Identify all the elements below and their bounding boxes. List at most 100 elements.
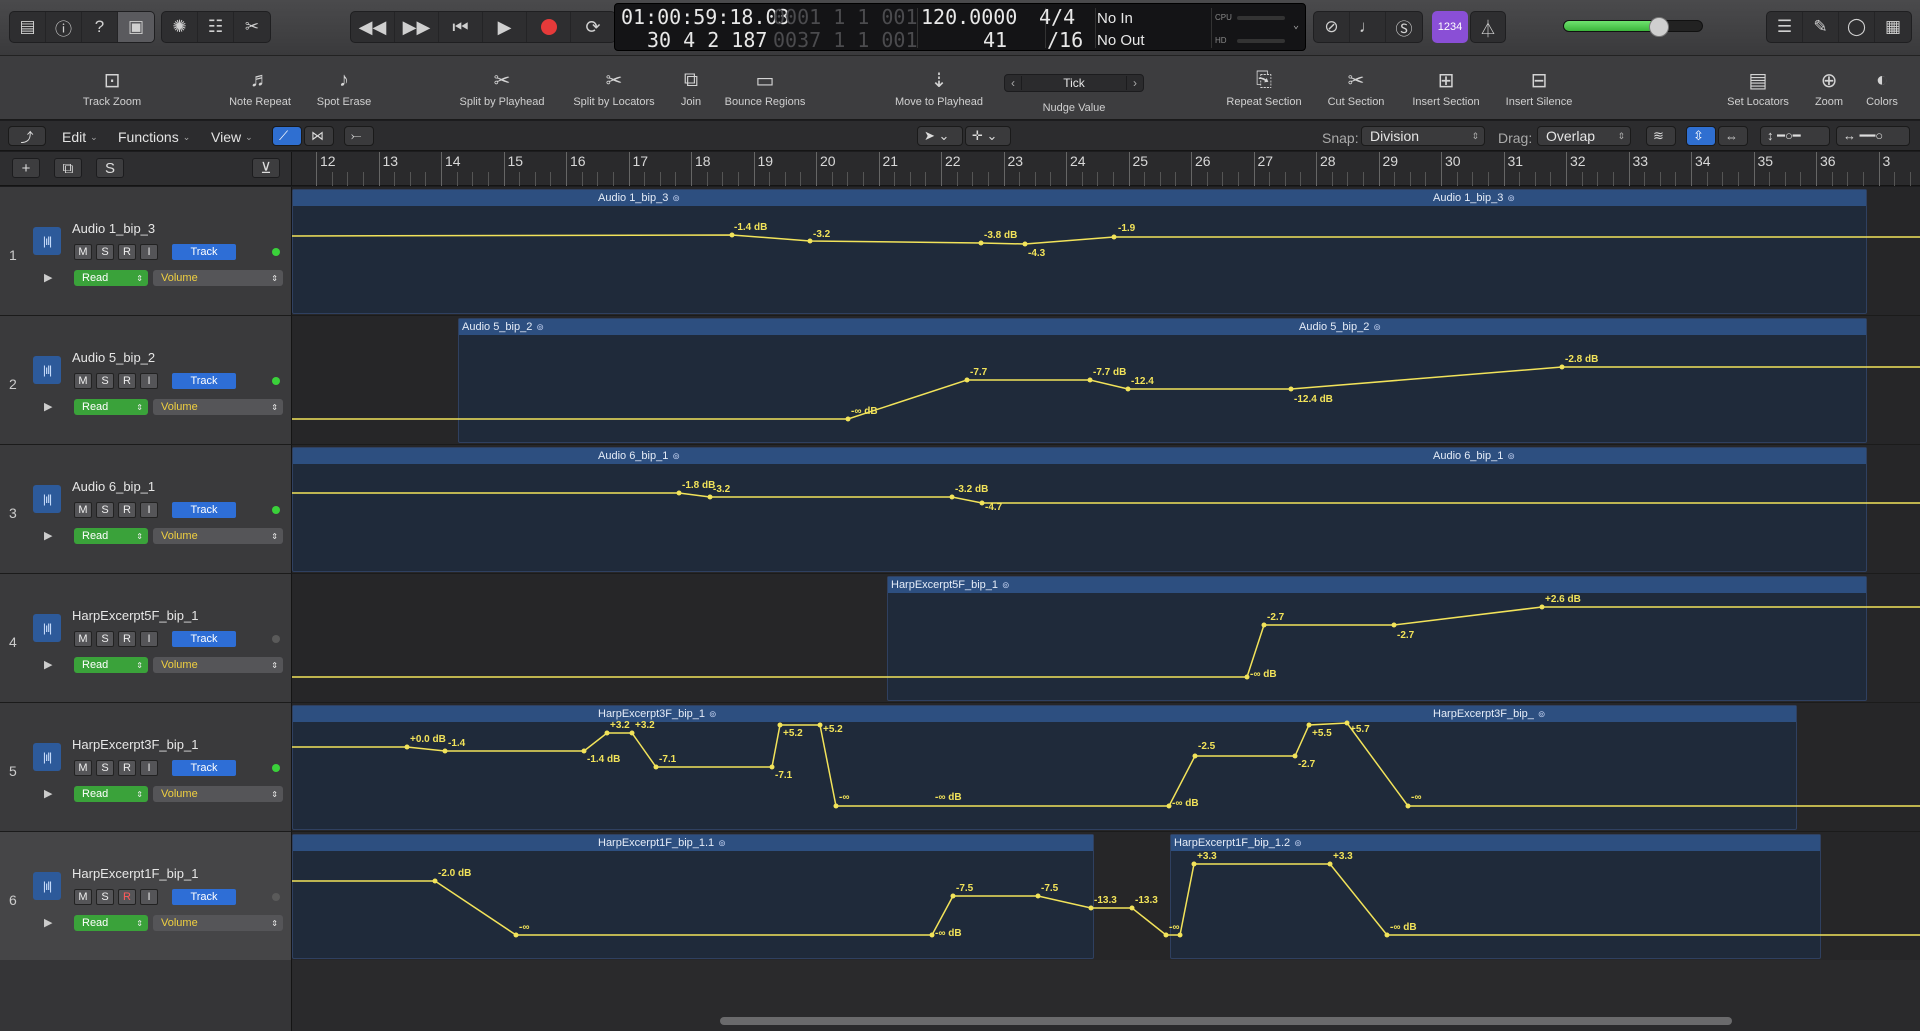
- replace-icon[interactable]: ⊘: [1314, 12, 1350, 42]
- automation-point[interactable]: [845, 416, 851, 422]
- track-lane[interactable]: HarpExcerpt3F_bip_1 ⊚ HarpExcerpt3F_bip_ ⊚ +…: [292, 703, 1920, 832]
- automation-point[interactable]: [1177, 932, 1183, 938]
- automation-point[interactable]: [807, 238, 813, 244]
- automation-point[interactable]: [1405, 803, 1411, 809]
- tuner-icon[interactable]: ♩: [1350, 12, 1386, 42]
- track-name[interactable]: Audio 5_bip_2: [72, 350, 155, 365]
- automation-point[interactable]: [1292, 753, 1298, 759]
- track-name[interactable]: Audio 1_bip_3: [72, 221, 155, 236]
- automation-point[interactable]: [1327, 861, 1333, 867]
- mute-button[interactable]: M: [74, 889, 92, 905]
- library-icon[interactable]: ▤: [10, 12, 46, 42]
- automation-point[interactable]: [707, 494, 713, 500]
- master-volume-slider[interactable]: [1563, 17, 1703, 37]
- nudge-value-control[interactable]: ‹ Tick ›: [1004, 74, 1144, 92]
- automation-point[interactable]: [777, 722, 783, 728]
- master-volume-knob[interactable]: [1649, 17, 1670, 37]
- solo-button[interactable]: S: [96, 889, 114, 905]
- view-menu[interactable]: View ⌄: [211, 127, 253, 147]
- editors-icon[interactable]: ✂: [234, 12, 270, 42]
- automation-point[interactable]: [581, 748, 587, 754]
- nudge-left-icon[interactable]: ‹: [1005, 76, 1021, 90]
- solo-button[interactable]: S: [96, 631, 114, 647]
- automation-parameter-popup[interactable]: Volume ⇕: [153, 399, 283, 415]
- automation-toggle-icon[interactable]: ⟋: [272, 126, 302, 146]
- back-icon[interactable]: ⤴: [8, 126, 46, 146]
- disclosure-triangle-icon[interactable]: ▶: [44, 787, 52, 800]
- record-button[interactable]: [527, 12, 571, 42]
- track-name[interactable]: HarpExcerpt3F_bip_1: [72, 737, 198, 752]
- automation-curve[interactable]: [292, 574, 1920, 703]
- disclosure-triangle-icon[interactable]: ▶: [44, 529, 52, 542]
- track-name[interactable]: Audio 6_bip_1: [72, 479, 155, 494]
- disclosure-triangle-icon[interactable]: ▶: [44, 658, 52, 671]
- vertical-zoom-slider[interactable]: ↕ ━○━: [1760, 126, 1830, 146]
- disclosure-triangle-icon[interactable]: ▶: [44, 916, 52, 929]
- help-icon[interactable]: ?: [82, 12, 118, 42]
- automation-point[interactable]: [1035, 893, 1041, 899]
- automation-point[interactable]: [1261, 622, 1267, 628]
- automation-curve[interactable]: [292, 703, 1920, 832]
- automation-point[interactable]: [1087, 377, 1093, 383]
- smart-controls-icon[interactable]: ✺: [162, 12, 198, 42]
- mute-button[interactable]: M: [74, 760, 92, 776]
- automation-line[interactable]: [292, 606, 1920, 678]
- global-solo-icon[interactable]: S: [96, 158, 124, 178]
- automation-mode-popup[interactable]: Read ⇕: [74, 786, 148, 802]
- lcd-chevron-down-icon[interactable]: ⌄: [1293, 20, 1299, 31]
- note-pad-icon[interactable]: ✎: [1803, 12, 1839, 42]
- bar-ruler[interactable]: 12 13 14 15 16 17 18 19 20 21 22 23 24 25 26 27 28 29 30 31…: [292, 152, 1920, 186]
- automation-point[interactable]: [442, 748, 448, 754]
- automation-point[interactable]: [604, 730, 610, 736]
- count-in-button[interactable]: 1234: [1432, 11, 1468, 43]
- split-playhead-button[interactable]: ✂ Split by Playhead: [447, 66, 557, 109]
- pencil-tool-icon[interactable]: ✛ ⌄: [965, 126, 1011, 146]
- solo-icon[interactable]: Ⓢ: [1386, 12, 1422, 42]
- mixer-icon[interactable]: ☷: [198, 12, 234, 42]
- horizontal-scrollbar[interactable]: [720, 1017, 1732, 1025]
- automation-point[interactable]: [978, 240, 984, 246]
- cycle-icon[interactable]: ⟳: [571, 12, 615, 42]
- automation-point[interactable]: [1166, 803, 1172, 809]
- automation-point[interactable]: [432, 878, 438, 884]
- track-lane[interactable]: Audio 6_bip_1 ⊚ Audio 6_bip_1 ⊚ -1.8 dB -3.2-…: [292, 445, 1920, 574]
- automation-point[interactable]: [1088, 905, 1094, 911]
- automation-curve[interactable]: [292, 445, 1920, 574]
- track-header[interactable]: 5 |ıl| HarpExcerpt3F_bip_1 M S R I Track ▶ Read ⇕ V…: [0, 703, 292, 832]
- info-icon[interactable]: ⓘ: [46, 12, 82, 42]
- track-header[interactable]: 3 |ıl| Audio 6_bip_1 M S R I Track ▶ Read ⇕ Volume ⇕: [0, 445, 292, 574]
- track-automation-button[interactable]: Track: [172, 760, 236, 776]
- track-lane[interactable]: Audio 5_bip_2 ⊚ Audio 5_bip_2 ⊚ -∞ dB -7.7 -7.…: [292, 316, 1920, 445]
- edit-menu[interactable]: Edit ⌄: [62, 127, 98, 147]
- automation-point[interactable]: [513, 932, 519, 938]
- automation-point[interactable]: [729, 232, 735, 238]
- fast-forward-icon[interactable]: ▶▶: [395, 12, 439, 42]
- solo-button[interactable]: S: [96, 502, 114, 518]
- track-automation-button[interactable]: Track: [172, 889, 236, 905]
- disclosure-triangle-icon[interactable]: ▶: [44, 400, 52, 413]
- automation-line[interactable]: [292, 234, 1920, 245]
- automation-parameter-popup[interactable]: Volume ⇕: [153, 528, 283, 544]
- input-monitor-button[interactable]: I: [140, 373, 158, 389]
- automation-parameter-popup[interactable]: Volume ⇕: [153, 786, 283, 802]
- track-header-menu-icon[interactable]: ⊻: [252, 158, 280, 178]
- automation-curve[interactable]: [292, 316, 1920, 445]
- automation-point[interactable]: [1244, 674, 1250, 680]
- automation-parameter-popup[interactable]: Volume ⇕: [153, 915, 283, 931]
- mute-button[interactable]: M: [74, 631, 92, 647]
- horizontal-fit-icon[interactable]: ⇔: [1718, 126, 1748, 146]
- play-icon[interactable]: ▶: [483, 12, 527, 42]
- automation-point[interactable]: [1192, 753, 1198, 759]
- mute-button[interactable]: M: [74, 244, 92, 260]
- track-header[interactable]: 6 |ıl| HarpExcerpt1F_bip_1 M S R I Track ▶ Read ⇕ V…: [0, 832, 292, 961]
- add-track-icon[interactable]: +: [12, 158, 40, 178]
- automation-point[interactable]: [817, 722, 823, 728]
- automation-point[interactable]: [404, 744, 410, 750]
- horizontal-zoom-slider[interactable]: ↔ ━━○: [1836, 126, 1910, 146]
- waveform-zoom-icon[interactable]: ≋: [1646, 126, 1676, 146]
- automation-point[interactable]: [769, 764, 775, 770]
- automation-point[interactable]: [1125, 386, 1131, 392]
- track-name[interactable]: HarpExcerpt1F_bip_1: [72, 866, 198, 881]
- automation-point[interactable]: [676, 490, 682, 496]
- catch-icon[interactable]: ⤚: [344, 126, 374, 146]
